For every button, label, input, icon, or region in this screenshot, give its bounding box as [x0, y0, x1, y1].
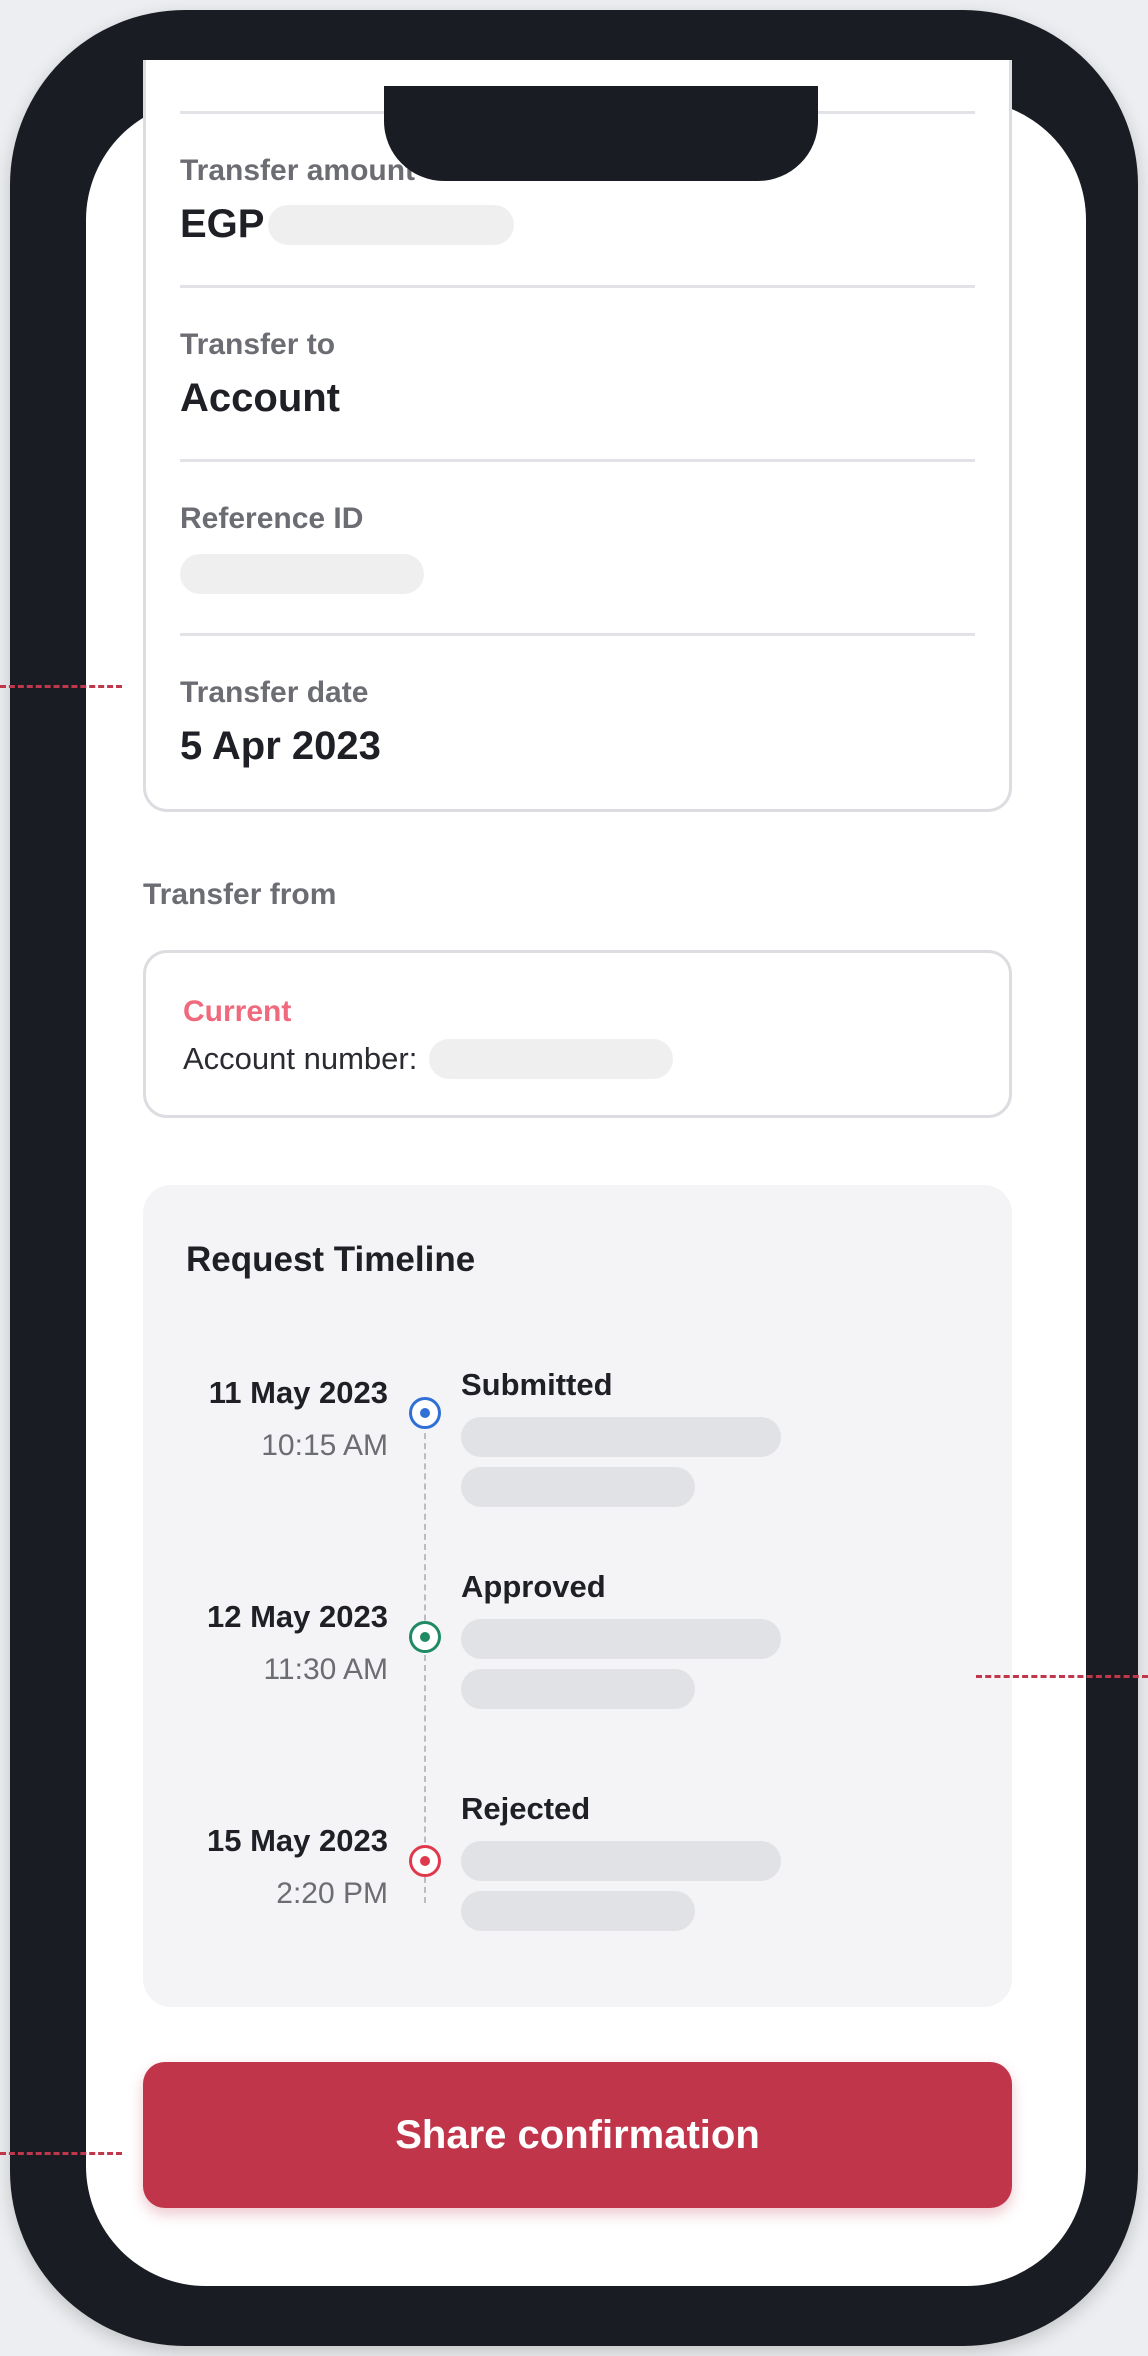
- divider: [180, 285, 975, 288]
- transfer-to-label: Transfer to: [180, 328, 336, 361]
- phone-notch: [384, 86, 818, 181]
- event-detail-placeholder: [461, 1619, 781, 1659]
- annotation-line-details: [0, 685, 122, 688]
- event-date: 12 May 2023: [207, 1599, 388, 1634]
- account-number-label: Account number:: [183, 1041, 418, 1076]
- transfer-date-value: 5 Apr 2023: [180, 724, 381, 768]
- transfer-amount-value: EGP: [180, 202, 975, 247]
- event-detail-placeholder: [461, 1467, 695, 1507]
- divider: [180, 459, 975, 462]
- transfer-from-card: Current Account number:: [143, 950, 1012, 1118]
- event-detail-placeholder: [461, 1841, 781, 1881]
- status-dot-icon: [409, 1845, 441, 1877]
- account-number-row: Account number:: [183, 1039, 674, 1079]
- account-number-placeholder: [429, 1039, 674, 1079]
- annotation-line-button: [0, 2152, 122, 2155]
- currency-code: EGP: [180, 202, 265, 246]
- event-detail-placeholder: [461, 1891, 695, 1931]
- event-time: 10:15 AM: [261, 1429, 388, 1462]
- event-date: 11 May 2023: [208, 1375, 388, 1410]
- transfer-date-label: Transfer date: [180, 676, 369, 709]
- status-dot-icon: [409, 1621, 441, 1653]
- transfer-to-row: Transfer to Account: [180, 328, 975, 421]
- event-date: 15 May 2023: [207, 1823, 388, 1858]
- event-detail-placeholder: [461, 1417, 781, 1457]
- event-status: Rejected: [461, 1791, 591, 1826]
- event-detail-placeholder: [461, 1669, 695, 1709]
- timeline-event-rejected: 15 May 2023 2:20 PM Rejected: [143, 1791, 1012, 1993]
- reference-id-label: Reference ID: [180, 502, 364, 535]
- event-time: 2:20 PM: [276, 1877, 388, 1910]
- timeline-event-approved: 12 May 2023 11:30 AM Approved: [143, 1569, 1012, 1769]
- transfer-date-row: Transfer date 5 Apr 2023: [180, 676, 975, 769]
- divider: [180, 633, 975, 636]
- timeline-title: Request Timeline: [186, 1240, 476, 1279]
- transfer-from-label: Transfer from: [143, 878, 337, 911]
- event-status: Approved: [461, 1569, 606, 1604]
- reference-id-row: Reference ID: [180, 502, 975, 594]
- amount-placeholder: [268, 204, 515, 245]
- share-confirmation-button[interactable]: Share confirmation: [143, 2062, 1012, 2208]
- status-dot-icon: [409, 1397, 441, 1429]
- annotation-line-timeline: [976, 1675, 1148, 1678]
- stage: Transfer amount EGP Transfer to Account …: [0, 0, 1148, 2356]
- event-time: 11:30 AM: [263, 1653, 388, 1686]
- account-type: Current: [183, 995, 292, 1028]
- screen-content: Transfer amount EGP Transfer to Account …: [0, 0, 1148, 2356]
- reference-id-placeholder: [180, 554, 424, 594]
- request-timeline: Request Timeline 11 May 2023 10:15 AM Su…: [143, 1185, 1012, 2007]
- transfer-to-value: Account: [180, 376, 340, 420]
- timeline-event-submitted: 11 May 2023 10:15 AM Submitted: [143, 1367, 1012, 1545]
- event-status: Submitted: [461, 1367, 613, 1402]
